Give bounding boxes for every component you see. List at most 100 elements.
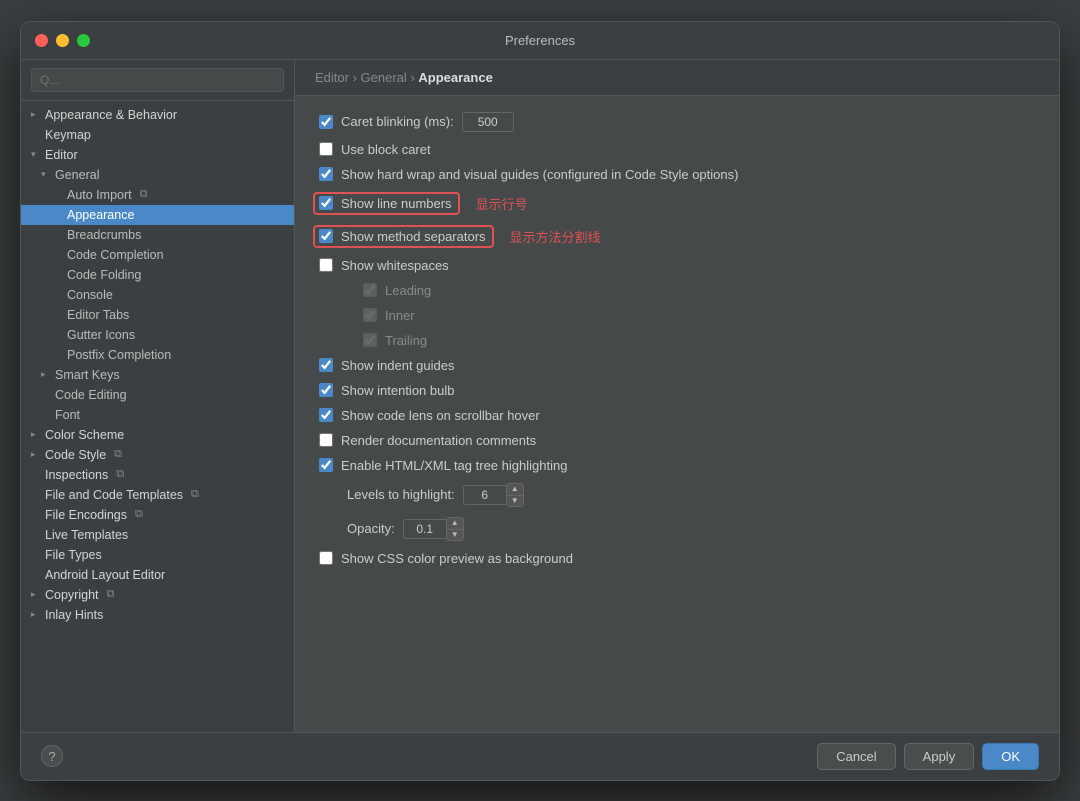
- inner-label: Inner: [385, 308, 415, 323]
- search-input[interactable]: [31, 68, 284, 92]
- sidebar-item-postfix-completion[interactable]: Postfix Completion: [21, 345, 294, 365]
- levels-input[interactable]: [463, 485, 507, 505]
- ok-button[interactable]: OK: [982, 743, 1039, 770]
- sidebar-item-breadcrumbs[interactable]: Breadcrumbs: [21, 225, 294, 245]
- leading-label: Leading: [385, 283, 431, 298]
- sidebar-item-label: Appearance & Behavior: [45, 108, 177, 122]
- main-content: Editor › General › Appearance Caret blin…: [295, 60, 1059, 732]
- opacity-up-arrow[interactable]: ▲: [447, 518, 463, 529]
- apply-button[interactable]: Apply: [904, 743, 975, 770]
- show-whitespaces-label: Show whitespaces: [341, 258, 449, 273]
- opacity-input[interactable]: [403, 519, 447, 539]
- levels-spinner: ▲ ▼: [463, 483, 524, 507]
- sidebar-item-label: Auto Import: [67, 188, 132, 202]
- show-line-numbers-annotation: 显示行号: [476, 194, 528, 213]
- trailing-row: Trailing: [319, 333, 1035, 348]
- sidebar-item-font[interactable]: Font: [21, 405, 294, 425]
- show-line-numbers-label: Show line numbers: [341, 196, 452, 211]
- levels-down-arrow[interactable]: ▼: [507, 495, 523, 506]
- sidebar-item-editor-tabs[interactable]: Editor Tabs: [21, 305, 294, 325]
- show-method-separators-annotation: 显示方法分割线: [510, 227, 601, 246]
- maximize-button[interactable]: [77, 34, 90, 47]
- help-button[interactable]: ?: [41, 745, 63, 767]
- breadcrumb: Editor › General › Appearance: [295, 60, 1059, 96]
- show-code-lens-row: Show code lens on scrollbar hover: [319, 408, 1035, 423]
- enable-html-xml-row: Enable HTML/XML tag tree highlighting: [319, 458, 1035, 473]
- sidebar-item-color-scheme[interactable]: Color Scheme: [21, 425, 294, 445]
- sidebar-item-file-types[interactable]: File Types: [21, 545, 294, 565]
- sidebar-item-file-code-templates[interactable]: File and Code Templates ⧉: [21, 485, 294, 505]
- sidebar-item-inlay-hints[interactable]: Inlay Hints: [21, 605, 294, 625]
- use-block-caret-checkbox[interactable]: [319, 142, 333, 156]
- sidebar-item-code-folding[interactable]: Code Folding: [21, 265, 294, 285]
- show-code-lens-checkbox[interactable]: [319, 408, 333, 422]
- levels-to-highlight-row: Levels to highlight: ▲ ▼: [319, 483, 1035, 507]
- show-css-color-label: Show CSS color preview as background: [341, 551, 573, 566]
- show-indent-guides-checkbox[interactable]: [319, 358, 333, 372]
- sidebar-item-keymap[interactable]: Keymap: [21, 125, 294, 145]
- sidebar-item-inspections[interactable]: Inspections ⧉: [21, 465, 294, 485]
- show-line-numbers-row: Show line numbers 显示行号: [319, 192, 1035, 215]
- caret-blinking-checkbox[interactable]: [319, 115, 333, 129]
- show-line-numbers-highlight: Show line numbers: [313, 192, 460, 215]
- show-hard-wrap-checkbox[interactable]: [319, 167, 333, 181]
- sidebar-item-live-templates[interactable]: Live Templates: [21, 525, 294, 545]
- caret-blinking-input[interactable]: [462, 112, 514, 132]
- copy-icon: ⧉: [191, 488, 199, 501]
- sidebar-item-code-style[interactable]: Code Style ⧉: [21, 445, 294, 465]
- levels-spinner-arrows: ▲ ▼: [507, 483, 524, 507]
- levels-up-arrow[interactable]: ▲: [507, 484, 523, 495]
- opacity-down-arrow[interactable]: ▼: [447, 529, 463, 540]
- opacity-spinner: ▲ ▼: [403, 517, 464, 541]
- sidebar-item-code-completion[interactable]: Code Completion: [21, 245, 294, 265]
- sidebar-item-file-encodings[interactable]: File Encodings ⧉: [21, 505, 294, 525]
- sidebar-item-copyright[interactable]: Copyright ⧉: [21, 585, 294, 605]
- sidebar-item-appearance[interactable]: Appearance: [21, 205, 294, 225]
- sidebar-item-editor[interactable]: Editor: [21, 145, 294, 165]
- show-code-lens-label: Show code lens on scrollbar hover: [341, 408, 540, 423]
- sidebar-item-label: File and Code Templates: [45, 488, 183, 502]
- sidebar-item-label: Postfix Completion: [67, 348, 171, 362]
- sidebar-item-smart-keys[interactable]: Smart Keys: [21, 365, 294, 385]
- leading-checkbox[interactable]: [363, 283, 377, 297]
- show-css-color-checkbox[interactable]: [319, 551, 333, 565]
- sidebar-item-label: General: [55, 168, 99, 182]
- sidebar-item-auto-import[interactable]: Auto Import ⧉: [21, 185, 294, 205]
- enable-html-xml-checkbox[interactable]: [319, 458, 333, 472]
- inner-row: Inner: [319, 308, 1035, 323]
- show-method-separators-label: Show method separators: [341, 229, 486, 244]
- render-documentation-checkbox[interactable]: [319, 433, 333, 447]
- sidebar-item-code-editing[interactable]: Code Editing: [21, 385, 294, 405]
- sidebar-item-general[interactable]: General: [21, 165, 294, 185]
- inner-checkbox[interactable]: [363, 308, 377, 322]
- dialog-body: Appearance & Behavior Keymap Editor Gene…: [21, 60, 1059, 732]
- sidebar-item-label: Editor Tabs: [67, 308, 129, 322]
- minimize-button[interactable]: [56, 34, 69, 47]
- window-controls: [35, 34, 90, 47]
- sidebar-item-label: Font: [55, 408, 80, 422]
- opacity-label: Opacity:: [347, 521, 395, 536]
- sidebar-item-console[interactable]: Console: [21, 285, 294, 305]
- sidebar: Appearance & Behavior Keymap Editor Gene…: [21, 60, 295, 732]
- show-intention-bulb-label: Show intention bulb: [341, 383, 454, 398]
- sidebar-item-label: Breadcrumbs: [67, 228, 141, 242]
- close-button[interactable]: [35, 34, 48, 47]
- cancel-button[interactable]: Cancel: [817, 743, 895, 770]
- show-line-numbers-checkbox[interactable]: [319, 196, 333, 210]
- leading-row: Leading: [319, 283, 1035, 298]
- show-method-separators-checkbox[interactable]: [319, 229, 333, 243]
- show-hard-wrap-label: Show hard wrap and visual guides (config…: [341, 167, 738, 182]
- sidebar-item-label: Code Completion: [67, 248, 164, 262]
- show-intention-bulb-checkbox[interactable]: [319, 383, 333, 397]
- enable-html-xml-label: Enable HTML/XML tag tree highlighting: [341, 458, 567, 473]
- sidebar-item-appearance-behavior[interactable]: Appearance & Behavior: [21, 105, 294, 125]
- sidebar-item-label: Editor: [45, 148, 78, 162]
- sidebar-item-android-layout-editor[interactable]: Android Layout Editor: [21, 565, 294, 585]
- chevron-icon: [31, 149, 41, 160]
- sidebar-item-label: Console: [67, 288, 113, 302]
- show-whitespaces-checkbox[interactable]: [319, 258, 333, 272]
- trailing-checkbox[interactable]: [363, 333, 377, 347]
- title-bar: Preferences: [21, 22, 1059, 60]
- sidebar-item-gutter-icons[interactable]: Gutter Icons: [21, 325, 294, 345]
- chevron-icon: [41, 169, 51, 180]
